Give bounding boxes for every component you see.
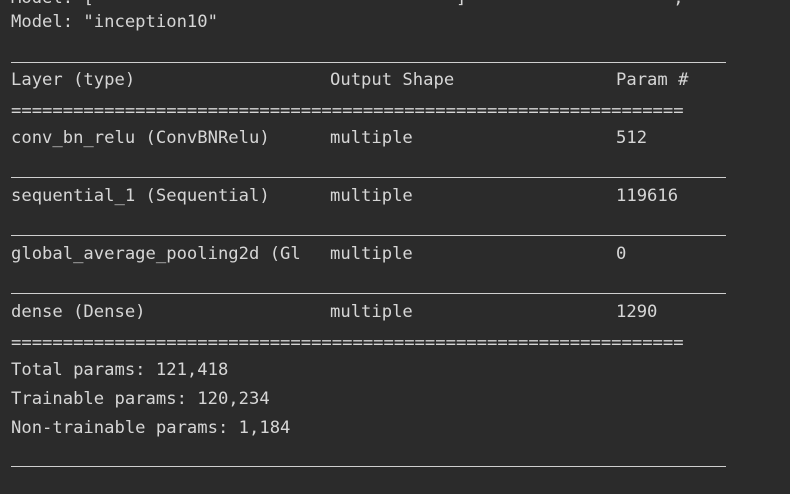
- row-2-layer: sequential_1 (Sequential): [11, 186, 270, 206]
- header-separator: ========================================…: [11, 104, 684, 118]
- row-1-params: 512: [616, 128, 648, 148]
- top-rule: [11, 62, 726, 63]
- row-3-params: 0: [616, 244, 627, 264]
- model-name-line: Model: "inception10": [11, 12, 218, 32]
- row-3-shape: multiple: [330, 244, 413, 264]
- row-4-layer: dense (Dense): [11, 302, 146, 322]
- total-params: Total params: 121,418: [11, 360, 229, 380]
- row-3-layer: global_average_pooling2d (Gl: [11, 244, 301, 264]
- non-trainable-params: Non-trainable params: 1,184: [11, 418, 291, 438]
- bottom-rule: [11, 466, 726, 467]
- header-layer: Layer (type): [11, 70, 136, 90]
- row-divider: [11, 235, 726, 236]
- row-4-params: 1290: [616, 302, 658, 322]
- row-1-layer: conv_bn_relu (ConvBNRelu): [11, 128, 270, 148]
- row-divider: [11, 293, 726, 294]
- row-4-shape: multiple: [330, 302, 413, 322]
- row-1-shape: multiple: [330, 128, 413, 148]
- row-2-shape: multiple: [330, 186, 413, 206]
- header-output-shape: Output Shape: [330, 70, 455, 90]
- row-2-params: 119616: [616, 186, 679, 206]
- cutoff-previous-output: Model: [ ] ,: [11, 0, 694, 8]
- header-param-count: Param #: [616, 70, 689, 90]
- row-divider: [11, 177, 726, 178]
- footer-separator: ========================================…: [11, 336, 684, 350]
- trainable-params: Trainable params: 120,234: [11, 389, 270, 409]
